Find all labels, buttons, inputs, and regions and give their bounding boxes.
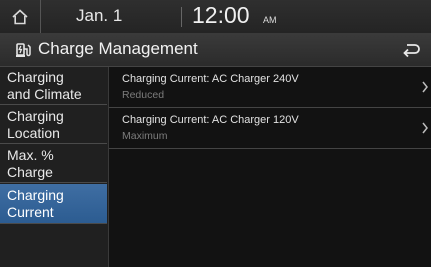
status-bar: Jan. 1 12:00 AM [0,0,431,34]
sidebar-item-max-charge[interactable]: Max. % Charge [0,145,107,183]
list-item-ac-charger-120v[interactable]: Charging Current: AC Charger 120V Maximu… [109,108,431,149]
clock-ampm: AM [263,15,277,25]
back-arrow-icon [403,44,420,58]
sidebar-item-label: Charging Location [7,107,64,141]
page-title: Charge Management [38,39,198,58]
sidebar-item-label: Charging Current [7,186,64,220]
clock-time: 12:00 [192,2,250,28]
list-item-value: Reduced [122,89,165,101]
status-divider [181,7,182,27]
sidebar-item-charging-and-climate[interactable]: Charging and Climate [0,67,107,105]
home-button[interactable] [0,0,41,33]
sidebar-item-charging-location[interactable]: Charging Location [0,106,107,144]
list-item-title: Charging Current: AC Charger 120V [122,114,299,126]
sidebar-item-charging-current[interactable]: Charging Current [0,184,107,224]
chevron-right-icon [422,81,428,93]
date-display: Jan. 1 [76,6,123,25]
sidebar: Charging and Climate Charging Location M… [0,67,109,267]
chevron-right-icon [422,122,428,134]
sidebar-item-label: Charging and Climate [7,68,82,102]
list-item-title: Charging Current: AC Charger 240V [122,73,299,85]
title-bar: Charge Management [0,34,431,67]
ev-charge-icon [16,43,31,57]
home-icon [12,8,28,24]
sidebar-item-label: Max. % Charge [7,146,54,180]
list-item-ac-charger-240v[interactable]: Charging Current: AC Charger 240V Reduce… [109,67,431,108]
back-button[interactable] [391,34,431,66]
settings-list: Charging Current: AC Charger 240V Reduce… [109,67,431,267]
screen: Jan. 1 12:00 AM Charge Management Chargi… [0,0,431,267]
list-item-value: Maximum [122,130,168,142]
